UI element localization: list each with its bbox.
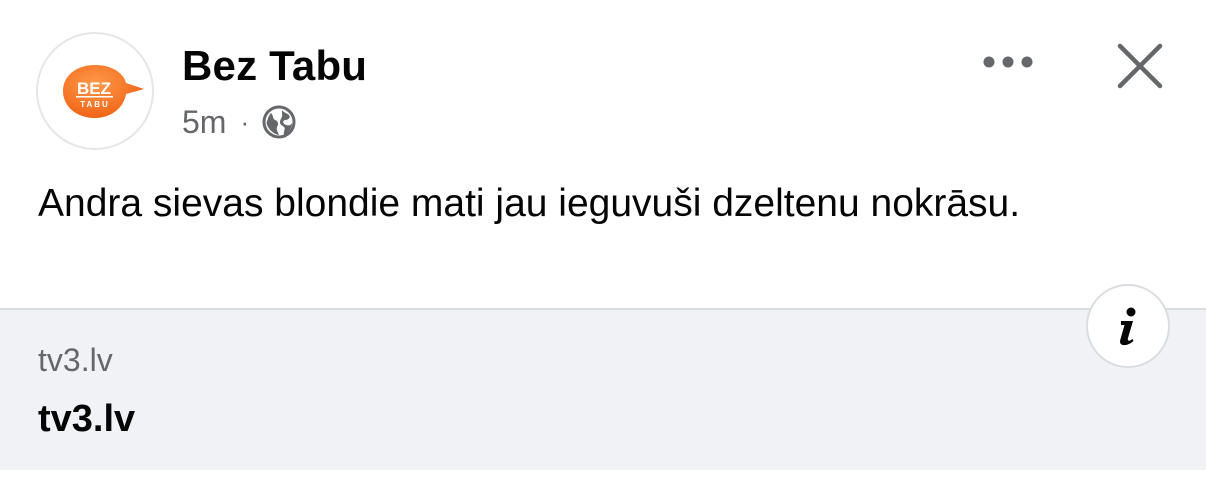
logo-word: BEZ <box>77 79 111 98</box>
bez-tabu-logo: BEZ TABU <box>63 65 144 118</box>
globe-icon[interactable] <box>261 104 297 140</box>
logo-subword: TABU <box>80 100 110 109</box>
info-button[interactable] <box>1086 284 1170 368</box>
link-preview-card[interactable]: tv3.lv tv3.lv <box>0 308 1206 470</box>
post-text: Andra sievas blondie mati jau ieguvuši d… <box>38 182 1021 225</box>
post-timestamp[interactable]: 5m <box>182 104 226 141</box>
info-icon <box>1120 307 1136 346</box>
link-domain: tv3.lv <box>38 342 113 378</box>
link-title[interactable]: tv3.lv <box>38 398 135 441</box>
more-options-icon[interactable] <box>980 44 1036 80</box>
page-name[interactable]: Bez Tabu <box>182 40 367 92</box>
close-icon[interactable] <box>1110 36 1170 96</box>
meta-separator: · <box>240 106 250 137</box>
post-meta: 5m · <box>182 102 297 142</box>
page-avatar[interactable]: BEZ TABU <box>36 32 154 150</box>
facebook-post: BEZ TABU Bez Tabu 5m · Andra sievas blon… <box>0 0 1206 487</box>
